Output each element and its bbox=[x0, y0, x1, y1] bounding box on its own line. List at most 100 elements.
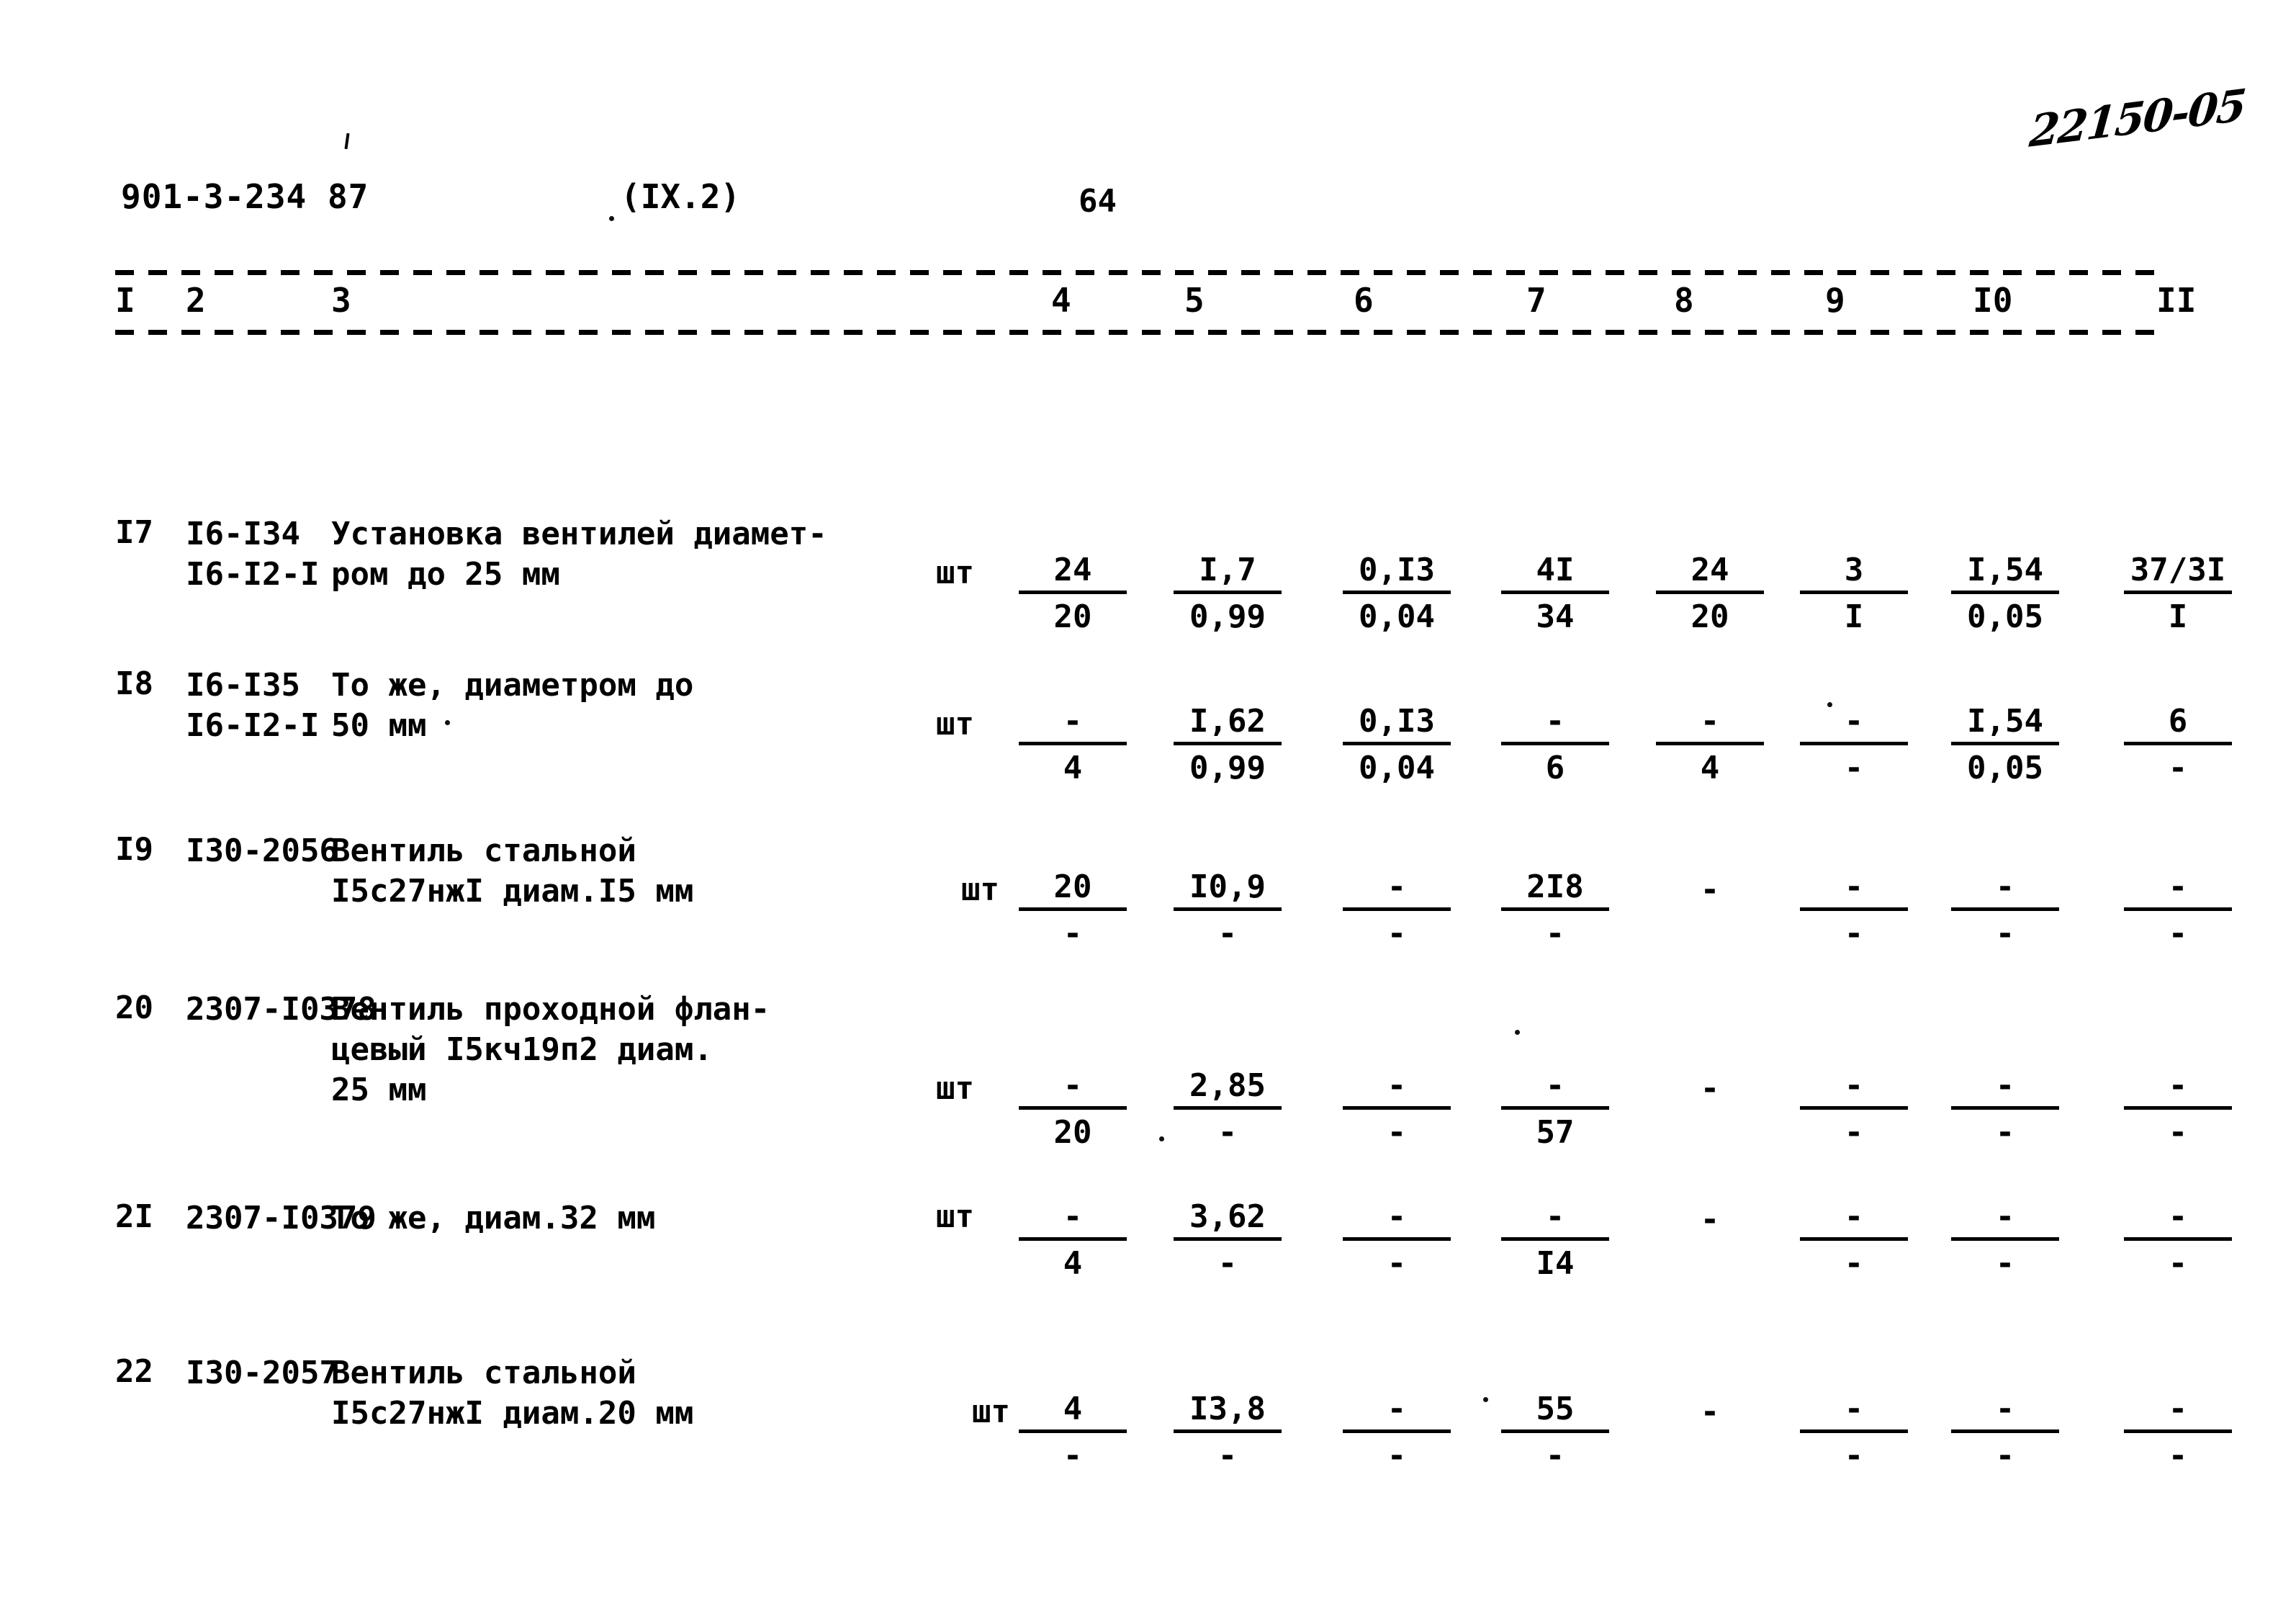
cell-fraction: 24 20 bbox=[1656, 552, 1764, 636]
cell-numerator: 3 bbox=[1800, 552, 1908, 594]
cell-denominator: - bbox=[2168, 915, 2188, 952]
cell-numerator: - bbox=[2124, 868, 2232, 911]
cell-numerator: 6 bbox=[2124, 703, 2232, 745]
cell-fraction: - 57 bbox=[1501, 1067, 1609, 1152]
column-header-6: 6 bbox=[1354, 281, 1374, 320]
cell-fraction: 55 - bbox=[1501, 1391, 1609, 1475]
cell-fraction: 3I bbox=[1800, 552, 1908, 636]
cell-numerator: I,7 bbox=[1174, 552, 1282, 594]
cell-value: - bbox=[1700, 1070, 1720, 1107]
cell-value: - bbox=[1700, 871, 1720, 908]
cell-denominator: - bbox=[1995, 1245, 2015, 1282]
row-unit: шт bbox=[961, 871, 999, 908]
cell-fraction: 4I 34 bbox=[1501, 552, 1609, 636]
cell-fraction: I0,9 - bbox=[1174, 868, 1282, 953]
cell-denominator: - bbox=[1063, 1437, 1083, 1474]
row-description: То же, диаметром до 50 мм bbox=[331, 667, 694, 744]
cell-fraction: 2,85 - bbox=[1174, 1067, 1282, 1152]
cell-denominator: 0,05 bbox=[1967, 750, 2043, 786]
cell-denominator: - bbox=[1545, 915, 1565, 952]
cell-numerator: - bbox=[1800, 1067, 1908, 1110]
row-number: I8 bbox=[115, 665, 153, 702]
cell-fraction: -- bbox=[1343, 1198, 1451, 1283]
cell-fraction: I,7 0,99 bbox=[1174, 552, 1282, 636]
cell-fraction: -- bbox=[1343, 868, 1451, 953]
cell-denominator: 20 bbox=[1053, 598, 1092, 635]
cell-fraction: -- bbox=[2124, 1391, 2232, 1475]
cell-numerator: 3,62 bbox=[1174, 1198, 1282, 1241]
cell-numerator: I,62 bbox=[1174, 703, 1282, 745]
cell-numerator: 2I8 bbox=[1501, 868, 1609, 911]
cell-fraction: -4 bbox=[1656, 703, 1764, 787]
page-number: 64 bbox=[1079, 183, 1117, 220]
cell-denominator: 34 bbox=[1536, 598, 1575, 635]
cell-denominator: - bbox=[1844, 1245, 1864, 1282]
cell-denominator: - bbox=[2168, 1245, 2188, 1282]
row-number: 22 bbox=[115, 1353, 153, 1390]
row-unit: шт bbox=[936, 1198, 974, 1235]
cell-denominator: 4 bbox=[1700, 750, 1720, 786]
cell-value: - bbox=[1700, 1393, 1720, 1430]
row-unit: шт bbox=[936, 1070, 974, 1107]
cell-numerator: - bbox=[1800, 868, 1908, 911]
row-number: I9 bbox=[115, 831, 153, 868]
cell-value: - bbox=[1700, 1201, 1720, 1238]
cell-numerator: - bbox=[2124, 1391, 2232, 1433]
cell-denominator: - bbox=[1844, 1114, 1864, 1151]
row-unit: шт bbox=[936, 706, 974, 742]
table-header-rule bbox=[115, 330, 2167, 335]
cell-fraction: 4- bbox=[1019, 1391, 1127, 1475]
cell-fraction: -- bbox=[1343, 1391, 1451, 1475]
row-number: 2I bbox=[115, 1198, 153, 1235]
row-description: Вентиль стальной I5с27нжI диам.20 мм bbox=[331, 1355, 694, 1432]
cell-numerator: 24 bbox=[1019, 552, 1127, 594]
cell-denominator: - bbox=[1217, 1245, 1238, 1282]
cell-numerator: 20 bbox=[1019, 868, 1127, 911]
column-header-5: 5 bbox=[1184, 281, 1205, 320]
cell-numerator: 4 bbox=[1019, 1391, 1127, 1433]
row-code: I30-2057 bbox=[186, 1355, 338, 1391]
cell-fraction: -4 bbox=[1019, 703, 1127, 787]
scan-artifact-dot bbox=[1159, 1136, 1164, 1141]
handwritten-annotation: 22150-05 bbox=[2027, 80, 2247, 158]
cell-numerator: - bbox=[1951, 868, 2059, 911]
cell-denominator: 0,04 bbox=[1359, 750, 1435, 786]
cell-numerator: 0,I3 bbox=[1343, 552, 1451, 594]
document-code: 901-3-234 87 bbox=[121, 177, 369, 216]
cell-fraction: -- bbox=[1951, 1067, 2059, 1152]
column-header-2: 2 bbox=[186, 281, 206, 320]
cell-fraction: I,54 0,05 bbox=[1951, 703, 2059, 787]
cell-denominator: - bbox=[1844, 750, 1864, 786]
cell-fraction: -- bbox=[1951, 1198, 2059, 1283]
cell-numerator: - bbox=[2124, 1067, 2232, 1110]
column-header-II: II bbox=[2156, 281, 2197, 320]
data-table: I 2 3 4 5 6 7 8 9 I0 II I7 I6-I34 I6-I2-I Установка … bbox=[115, 270, 2232, 1474]
cell-numerator: 0,I3 bbox=[1343, 703, 1451, 745]
row-number: I7 bbox=[115, 514, 153, 551]
cell-denominator: - bbox=[1545, 1437, 1565, 1474]
cell-fraction: -- bbox=[1951, 1391, 2059, 1475]
row-description: Установка вентилей диамет- ром до 25 мм bbox=[331, 516, 827, 593]
cell-numerator: - bbox=[1951, 1067, 2059, 1110]
cell-denominator: 4 bbox=[1063, 750, 1083, 786]
cell-denominator: 0,99 bbox=[1189, 598, 1266, 635]
row-code: I6-I34 I6-I2-I bbox=[186, 516, 320, 593]
scan-artifact-dot bbox=[1483, 1397, 1488, 1402]
column-header-9: 9 bbox=[1825, 281, 1845, 320]
cell-denominator: - bbox=[1387, 1114, 1407, 1151]
cell-fraction: -- bbox=[1800, 868, 1908, 953]
cell-denominator: - bbox=[1217, 1114, 1238, 1151]
cell-denominator: 20 bbox=[1691, 598, 1729, 635]
cell-fraction: -- bbox=[2124, 1067, 2232, 1152]
cell-denominator: - bbox=[1387, 915, 1407, 952]
cell-fraction: 0,I3 0,04 bbox=[1343, 552, 1451, 636]
cell-numerator: - bbox=[1951, 1391, 2059, 1433]
cell-numerator: I3,8 bbox=[1174, 1391, 1282, 1433]
cell-numerator: 37/3I bbox=[2124, 552, 2232, 594]
cell-numerator: - bbox=[1019, 703, 1127, 745]
cell-numerator: 2,85 bbox=[1174, 1067, 1282, 1110]
row-unit: шт bbox=[936, 555, 974, 591]
cell-numerator: - bbox=[1656, 703, 1764, 745]
row-description: То же, диам.32 мм bbox=[331, 1200, 656, 1236]
cell-denominator: I bbox=[1844, 598, 1864, 635]
